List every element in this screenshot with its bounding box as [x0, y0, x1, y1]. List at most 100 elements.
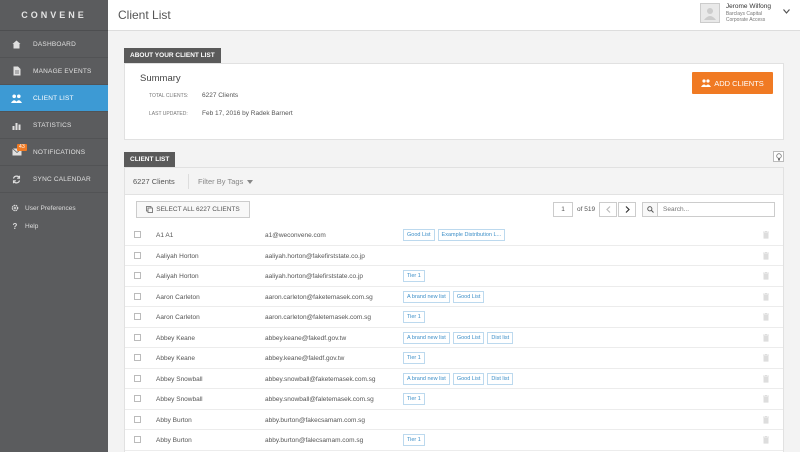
table-row: Abbey Snowball abbey.snowball@faketemasek…: [125, 369, 783, 389]
about-tab: ABOUT YOUR CLIENT LIST: [124, 48, 221, 63]
nav-link-label: Help: [25, 222, 39, 230]
row-checkbox[interactable]: [134, 272, 141, 279]
client-tags: Tier 1: [403, 393, 428, 405]
client-name: Abby Burton: [156, 416, 192, 424]
list-tag[interactable]: Example Distribution L...: [437, 229, 506, 241]
avatar: [699, 3, 720, 23]
list-tag[interactable]: A brand new list: [403, 290, 450, 303]
nav-item-label: CLIENT LIST: [33, 94, 74, 102]
nav-item-notifications[interactable]: NOTIFICATIONS 43: [0, 139, 108, 166]
trash-icon[interactable]: [763, 313, 769, 321]
list-tag[interactable]: A brand new list: [403, 331, 450, 344]
summary-title: Summary: [140, 73, 181, 84]
nav-item-label: STATISTICS: [33, 121, 72, 129]
trash-icon[interactable]: [763, 231, 769, 239]
sync-icon: [11, 174, 22, 184]
nav-item-client-list[interactable]: CLIENT LIST: [0, 85, 108, 112]
client-table: A1 A1 a1@weconvene.com Good List Example Di…: [125, 225, 783, 451]
svg-text:?: ?: [13, 222, 18, 230]
client-email: aaron.carleton@faketemasek.com.sg: [265, 293, 373, 301]
trash-icon[interactable]: [763, 272, 769, 280]
client-name: Abbey Snowball: [156, 375, 203, 383]
row-checkbox[interactable]: [134, 251, 141, 259]
list-tag[interactable]: Good List: [452, 372, 485, 385]
search-box: [642, 202, 775, 217]
row-checkbox[interactable]: [134, 313, 141, 320]
trash-icon[interactable]: [763, 354, 769, 362]
total-clients-value: 6227 Clients: [202, 92, 239, 99]
nav-item-sync-calendar[interactable]: SYNC CALENDAR: [0, 166, 108, 193]
user-menu[interactable]: Jerome Wilfong Barclays Capital Corporat…: [699, 3, 790, 23]
list-tag[interactable]: Tier 1: [403, 270, 425, 282]
search-icon[interactable]: [643, 203, 658, 216]
client-email: aaron.carleton@faletemasek.com.sg: [265, 314, 371, 321]
table-row: Aaliyah Horton aaliyah.horton@fakefirstst…: [125, 246, 783, 266]
list-tag[interactable]: Tier 1: [403, 311, 425, 323]
add-clients-button[interactable]: ADD CLIENTS: [692, 72, 773, 94]
divider: [188, 174, 189, 189]
row-checkbox[interactable]: [134, 292, 141, 300]
list-tag[interactable]: A brand new list: [403, 372, 450, 385]
search-input[interactable]: [658, 203, 773, 216]
list-tag[interactable]: Good List: [452, 331, 485, 344]
list-tag[interactable]: Tier 1: [403, 352, 425, 364]
logo[interactable]: CONVENE: [0, 0, 108, 31]
client-tags: Tier 1: [403, 270, 428, 282]
list-tag[interactable]: Dist list: [487, 331, 514, 344]
trash-icon[interactable]: [763, 415, 769, 424]
table-row: Aaron Carleton aaron.carleton@faketemasek…: [125, 287, 783, 307]
row-checkbox[interactable]: [134, 333, 141, 341]
trash-icon[interactable]: [763, 436, 769, 444]
list-tag[interactable]: Good List: [452, 290, 485, 303]
select-all-button[interactable]: SELECT ALL 6227 CLIENTS: [136, 201, 250, 218]
client-email: abbey.keane@faledf.gov.tw: [265, 355, 345, 362]
row-checkbox[interactable]: [134, 354, 141, 361]
bar-chart-icon: [11, 120, 22, 130]
client-email: a1@weconvene.com: [265, 232, 326, 239]
chevron-down-icon[interactable]: [783, 9, 790, 14]
trash-icon[interactable]: [763, 395, 769, 403]
list-tag[interactable]: Tier 1: [403, 434, 425, 446]
client-name: A1 A1: [156, 232, 174, 239]
lightbulb-icon[interactable]: [773, 151, 784, 162]
client-email: abby.burton@fakecsamam.com.sg: [265, 416, 366, 424]
client-name: Abbey Keane: [156, 355, 196, 362]
page-number-input[interactable]: [553, 202, 573, 217]
notification-badge: 43: [17, 144, 27, 151]
client-name: Aaron Carleton: [156, 314, 200, 321]
client-list-tab: CLIENT LIST: [124, 152, 176, 167]
client-list-panel: 6227 Clients Filter By Tags SELECT ALL 6…: [124, 167, 784, 452]
list-tag[interactable]: Tier 1: [403, 393, 425, 405]
dashboard-icon: [11, 39, 22, 49]
table-row: Abbey Snowball abbey.snowball@faletemasek…: [125, 389, 783, 410]
trash-icon[interactable]: [763, 292, 769, 301]
row-checkbox[interactable]: [134, 395, 141, 402]
list-tag[interactable]: Good List: [403, 229, 435, 241]
table-row: Abbey Keane abbey.keane@faledf.gov.tw Tier…: [125, 348, 783, 369]
gear-icon: [11, 204, 19, 212]
trash-icon[interactable]: [763, 333, 769, 342]
chevron-left-icon: [605, 206, 610, 213]
client-tags: Tier 1: [403, 352, 428, 364]
nav-link-user-preferences[interactable]: User Preferences: [0, 199, 108, 217]
nav-item-manage-events[interactable]: MANAGE EVENTS: [0, 58, 108, 85]
client-tags: A brand new list Good List: [403, 290, 487, 303]
trash-icon[interactable]: [763, 251, 769, 260]
users-icon: [11, 93, 22, 103]
nav-item-statistics[interactable]: STATISTICS: [0, 112, 108, 139]
filter-by-tags-dropdown[interactable]: Filter By Tags: [198, 177, 254, 186]
prev-page-button[interactable]: [599, 202, 617, 217]
row-checkbox[interactable]: [134, 231, 141, 238]
row-checkbox[interactable]: [134, 374, 141, 382]
row-checkbox[interactable]: [134, 415, 141, 423]
next-page-button[interactable]: [618, 202, 636, 217]
table-row: Abbey Keane abbey.keane@fakedf.gov.tw A br…: [125, 328, 783, 348]
nav-link-help[interactable]: ? Help: [0, 217, 108, 235]
table-row: Abby Burton abby.burton@falecsamam.com.sg…: [125, 430, 783, 451]
row-checkbox[interactable]: [134, 436, 141, 443]
list-tag[interactable]: Dist list: [487, 372, 514, 385]
nav-item-dashboard[interactable]: DASHBOARD: [0, 31, 108, 58]
trash-icon[interactable]: [763, 374, 769, 383]
chevron-right-icon: [625, 206, 630, 213]
client-count: 6227 Clients: [133, 177, 175, 186]
